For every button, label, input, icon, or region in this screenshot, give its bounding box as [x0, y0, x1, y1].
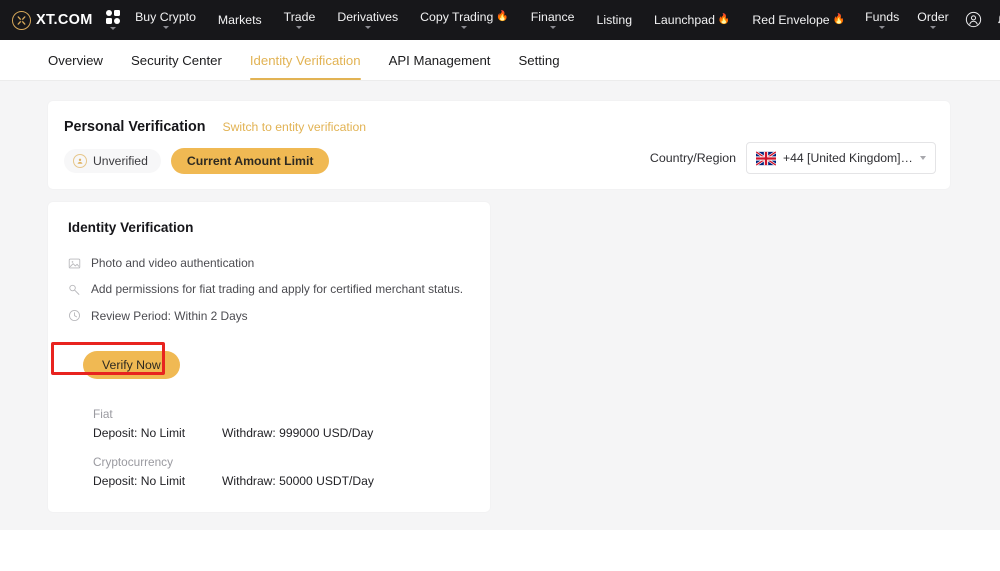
- limit-group-cryptocurrency: Cryptocurrency Deposit: No Limit Withdra…: [93, 455, 470, 488]
- xt-logo[interactable]: XT.COM: [12, 11, 93, 30]
- switch-to-entity-verification-link[interactable]: Switch to entity verification: [222, 120, 366, 134]
- flame-icon: 🔥: [833, 15, 845, 25]
- flame-icon: 🔥: [718, 15, 730, 25]
- page-footer-area: [0, 530, 1000, 571]
- country-region-select[interactable]: +44 [United Kingdom] [Unite...: [746, 142, 936, 174]
- chevron-down-icon: [296, 26, 302, 29]
- chevron-down-icon: [930, 26, 936, 29]
- chevron-down-icon: [163, 26, 169, 29]
- tab-label: Setting: [518, 53, 559, 68]
- nav-item-finance[interactable]: Finance: [520, 11, 586, 29]
- status-badge-label: Unverified: [93, 154, 148, 168]
- chevron-down-icon: [879, 26, 885, 29]
- nav-label: Derivatives: [337, 11, 398, 23]
- feature-label: Add permissions for fiat trading and app…: [91, 282, 463, 296]
- nav-label: Funds: [865, 11, 899, 23]
- feature-label: Photo and video authentication: [91, 256, 254, 270]
- bell-icon[interactable]: [989, 12, 1000, 28]
- feature-label: Review Period: Within 2 Days: [91, 309, 248, 323]
- uk-flag-icon: [756, 151, 776, 166]
- tab-identity-verification[interactable]: Identity Verification: [236, 40, 375, 80]
- tab-label: Identity Verification: [250, 53, 361, 68]
- limit-category-label: Cryptocurrency: [93, 455, 470, 469]
- apps-grid-icon[interactable]: [106, 10, 121, 31]
- verify-now-button[interactable]: Verify Now: [83, 351, 180, 379]
- user-badge-icon: [73, 154, 87, 168]
- chevron-down-icon: [365, 26, 371, 29]
- nav-label: Listing: [597, 14, 633, 26]
- country-region-value: +44 [United Kingdom] [Unite...: [783, 151, 913, 165]
- account-limits: Fiat Deposit: No Limit Withdraw: 999000 …: [68, 407, 470, 488]
- account-tab-bar: Overview Security Center Identity Verifi…: [0, 40, 1000, 81]
- limit-withdraw-value: Withdraw: 999000 USD/Day: [222, 426, 373, 440]
- tab-api-management[interactable]: API Management: [375, 40, 505, 80]
- personal-verification-header: Personal Verification Switch to entity v…: [64, 119, 930, 135]
- top-header-bar: XT.COM Buy Crypto Markets Trade Derivati…: [0, 0, 1000, 40]
- nav-item-listing[interactable]: Listing: [586, 14, 644, 26]
- nav-label: Order: [917, 11, 948, 23]
- identity-verification-card: Identity Verification Photo and video au…: [48, 202, 490, 512]
- primary-nav: Buy Crypto Markets Trade Derivatives Cop…: [124, 11, 856, 29]
- nav-label: Copy Trading: [420, 11, 493, 23]
- status-badge-unverified: Unverified: [64, 149, 161, 173]
- nav-label: Buy Crypto: [135, 11, 196, 23]
- verify-now-row: Verify Now: [68, 351, 470, 379]
- limit-category-label: Fiat: [93, 407, 470, 421]
- nav-item-red-envelope[interactable]: Red Envelope 🔥: [741, 14, 856, 26]
- chevron-down-icon: [550, 26, 556, 29]
- tab-label: Security Center: [131, 53, 222, 68]
- tab-setting[interactable]: Setting: [504, 40, 573, 80]
- identity-verification-title: Identity Verification: [68, 220, 470, 235]
- limit-deposit-value: Deposit: No Limit: [93, 426, 222, 440]
- xt-logo-text: XT.COM: [36, 13, 93, 28]
- identity-feature-list: Photo and video authentication Add permi…: [68, 256, 470, 323]
- limit-withdraw-value: Withdraw: 50000 USDT/Day: [222, 474, 374, 488]
- xt-logo-mark-icon: [12, 11, 31, 30]
- header-right-cluster: Funds Order Download English/USD: [856, 11, 1000, 29]
- tab-overview[interactable]: Overview: [34, 40, 117, 80]
- nav-label: Trade: [284, 11, 316, 23]
- flame-icon: 🔥: [496, 12, 508, 22]
- chevron-down-icon: [110, 27, 116, 30]
- nav-item-derivatives[interactable]: Derivatives: [326, 11, 409, 29]
- nav-label: Red Envelope: [752, 14, 829, 26]
- current-amount-limit-button[interactable]: Current Amount Limit: [171, 148, 330, 174]
- tab-security-center[interactable]: Security Center: [117, 40, 236, 80]
- photo-icon: [68, 257, 81, 270]
- chevron-down-icon: [461, 26, 467, 29]
- clock-icon: [68, 309, 81, 322]
- limit-values-row: Deposit: No Limit Withdraw: 999000 USD/D…: [93, 426, 470, 440]
- limit-group-fiat: Fiat Deposit: No Limit Withdraw: 999000 …: [93, 407, 470, 440]
- limit-deposit-value: Deposit: No Limit: [93, 474, 222, 488]
- nav-item-markets[interactable]: Markets: [207, 14, 273, 26]
- nav-item-trade[interactable]: Trade: [273, 11, 327, 29]
- key-icon: [68, 283, 81, 296]
- nav-item-funds[interactable]: Funds: [856, 11, 908, 29]
- page-title: Personal Verification: [64, 119, 205, 135]
- tab-label: Overview: [48, 53, 103, 68]
- nav-item-launchpad[interactable]: Launchpad 🔥: [643, 14, 741, 26]
- country-region-label: Country/Region: [650, 151, 736, 165]
- feature-item-fiat-permissions: Add permissions for fiat trading and app…: [68, 282, 470, 296]
- personal-verification-card: Personal Verification Switch to entity v…: [48, 101, 950, 189]
- country-region-field: Country/Region +44 [United Kingdom] [Uni…: [650, 142, 936, 174]
- limit-values-row: Deposit: No Limit Withdraw: 50000 USDT/D…: [93, 474, 470, 488]
- nav-label: Finance: [531, 11, 575, 23]
- tab-label: API Management: [389, 53, 491, 68]
- apps-grid-glyph: [106, 10, 121, 25]
- user-circle-icon[interactable]: [958, 11, 989, 28]
- nav-label: Launchpad: [654, 14, 715, 26]
- feature-item-photo-video: Photo and video authentication: [68, 256, 470, 270]
- nav-label: Markets: [218, 14, 262, 26]
- feature-item-review-period: Review Period: Within 2 Days: [68, 309, 470, 323]
- page-content: Personal Verification Switch to entity v…: [0, 81, 1000, 530]
- nav-item-copy-trading[interactable]: Copy Trading 🔥: [409, 11, 520, 29]
- nav-item-order[interactable]: Order: [908, 11, 957, 29]
- nav-item-buy-crypto[interactable]: Buy Crypto: [124, 11, 207, 29]
- chevron-down-icon: [920, 156, 926, 160]
